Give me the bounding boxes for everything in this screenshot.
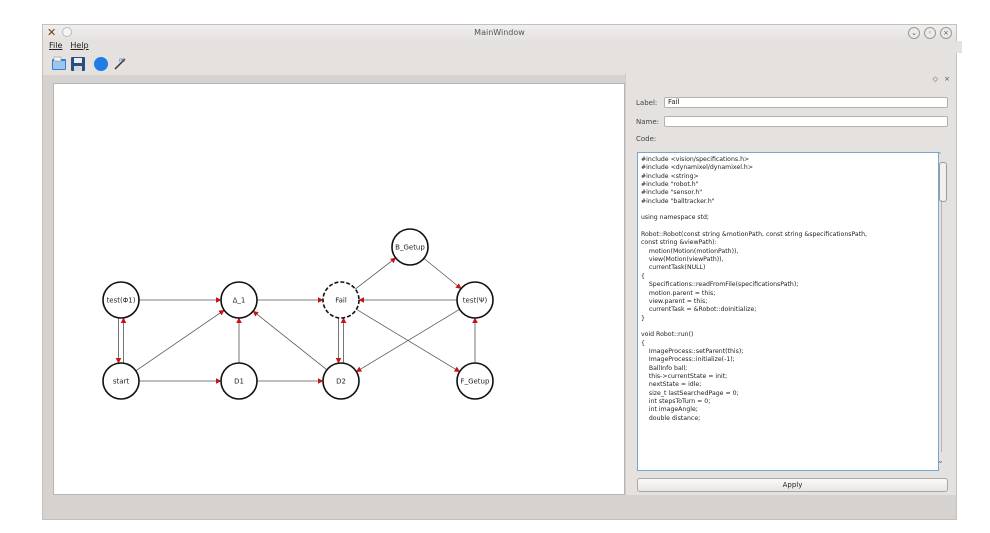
window-title: MainWindow [474, 28, 525, 37]
edge-d2-to-delta1[interactable] [252, 310, 328, 371]
edge-b_getup-to-test_psi[interactable] [423, 258, 462, 289]
node-label: test(Ψ) [463, 297, 488, 305]
code-scrollbar[interactable]: ˆ ⌄ [937, 152, 947, 469]
main-window: ✕ MainWindow ⌄ ◦ × File Help m test(Φ1) … [42, 24, 962, 520]
node-test_psi[interactable]: test(Ψ) [456, 281, 494, 319]
node-label: F_Getup [461, 378, 490, 386]
menu-bar: File Help [43, 41, 962, 53]
scroll-down-icon[interactable]: ⌄ [937, 456, 944, 465]
node-label: D2 [336, 378, 346, 386]
menu-file[interactable]: File [49, 41, 62, 53]
node-fail[interactable]: Fail [322, 281, 360, 319]
edge-start-to-delta1[interactable] [135, 309, 225, 372]
node-delta1[interactable]: Δ_1 [220, 281, 258, 319]
add-state-circle-icon[interactable] [93, 56, 109, 72]
label-field[interactable]: Fail [664, 97, 948, 108]
node-d2[interactable]: D2 [322, 362, 360, 400]
node-label: start [113, 378, 130, 386]
edge-fail-to-b_getup[interactable] [355, 257, 397, 290]
properties-dock: ◇ × Label: Fail Name: Code: #include <vi… [625, 73, 956, 495]
node-start[interactable]: start [102, 362, 140, 400]
maximize-button[interactable]: ◦ [924, 27, 936, 39]
code-text[interactable]: #include <vision/specifications.h> #incl… [638, 153, 938, 423]
minimize-button[interactable]: ⌄ [908, 27, 920, 39]
scroll-up-icon[interactable]: ˆ [938, 152, 942, 160]
save-icon[interactable] [70, 56, 86, 72]
node-label: B_Getup [395, 244, 425, 252]
scroll-track [941, 200, 942, 452]
state-graph[interactable]: test(Φ1) start Δ_1 D1 Fail D2 B_Getup test(Ψ) F_… [54, 84, 624, 494]
apply-button[interactable]: Apply [637, 478, 948, 492]
node-b_getup[interactable]: B_Getup [391, 228, 429, 266]
node-test_phi1[interactable]: test(Φ1) [102, 281, 140, 319]
add-transition-pen-icon[interactable]: m [112, 56, 128, 72]
title-bar[interactable]: ✕ MainWindow ⌄ ◦ × [43, 25, 956, 41]
open-file-icon[interactable] [51, 56, 67, 72]
node-d1[interactable]: D1 [220, 362, 258, 400]
label-caption: Label: [636, 99, 658, 107]
name-caption: Name: [636, 118, 660, 126]
name-field[interactable] [664, 116, 948, 127]
code-editor[interactable]: #include <vision/specifications.h> #incl… [637, 152, 939, 471]
node-f_getup[interactable]: F_Getup [456, 362, 494, 400]
node-label: test(Φ1) [107, 297, 136, 305]
svg-text:m: m [119, 57, 125, 64]
node-label: Fail [335, 297, 347, 305]
node-label: D1 [234, 378, 244, 386]
node-label: Δ_1 [233, 297, 246, 305]
menu-help[interactable]: Help [70, 41, 88, 53]
graph-canvas[interactable]: test(Φ1) start Δ_1 D1 Fail D2 B_Getup test(Ψ) F_… [53, 83, 625, 495]
dock-close-icon[interactable]: × [944, 75, 950, 83]
code-caption: Code: [636, 135, 657, 143]
scroll-thumb[interactable] [939, 162, 947, 202]
close-button[interactable]: × [940, 27, 952, 39]
toolbar: m [43, 53, 956, 75]
dock-float-icon[interactable]: ◇ [933, 75, 938, 83]
